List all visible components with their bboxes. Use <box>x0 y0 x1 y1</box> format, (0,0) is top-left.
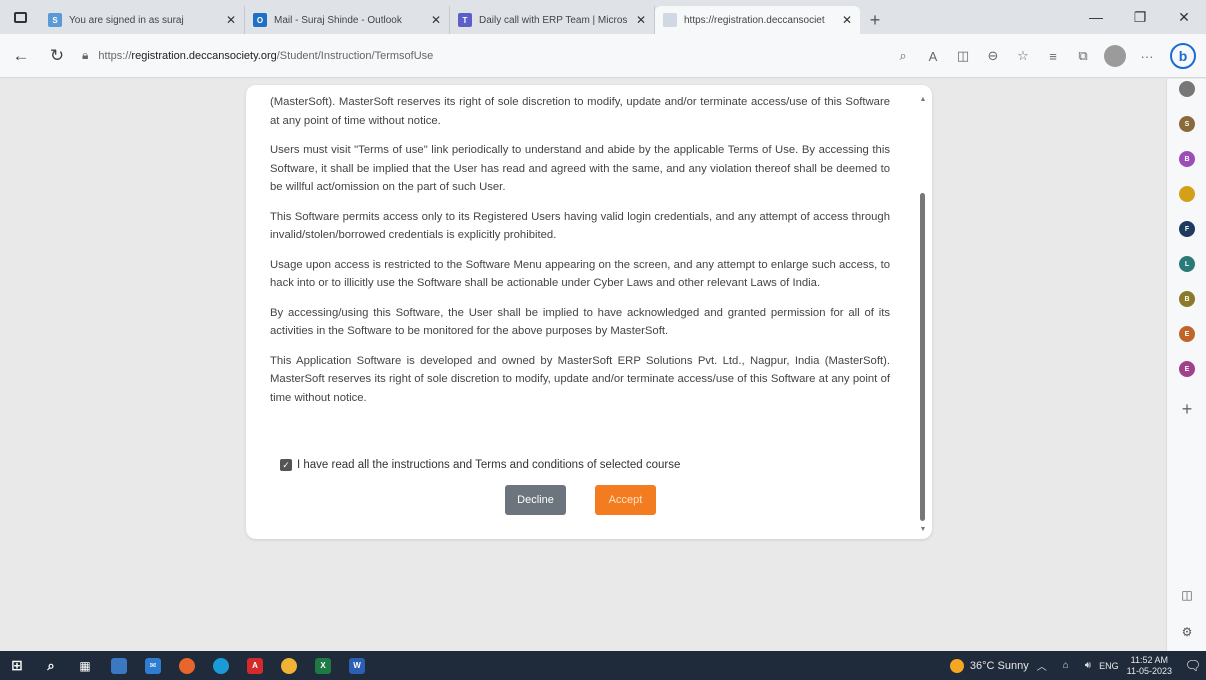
terms-paragraph: This Software permits access only to its… <box>270 210 890 242</box>
lock-icon: 🔒︎ <box>82 48 89 62</box>
tab-actions-button[interactable] <box>0 0 40 34</box>
sidebar-app-purple-icon[interactable]: B <box>1179 151 1195 167</box>
terms-paragraph: This Application Software is developed a… <box>270 354 890 404</box>
notifications-icon[interactable]: 🗨︎ <box>1180 651 1206 680</box>
sidebar-app-olive-icon[interactable]: B <box>1179 291 1195 307</box>
url-field[interactable]: 🔒︎ https://registration.deccansociety.or… <box>82 41 722 71</box>
url-path: /Student/Instruction/TermsofUse <box>276 49 434 62</box>
chrome-icon[interactable] <box>272 651 306 680</box>
sidebar-app-people-icon[interactable] <box>1179 186 1195 202</box>
sidebar-app-magenta-icon[interactable]: E <box>1179 361 1195 377</box>
sidebar-app-navy-icon[interactable]: F <box>1179 221 1195 237</box>
url-prefix: https:// <box>98 49 132 62</box>
agree-checkbox[interactable]: ✓ <box>280 459 292 471</box>
new-tab-button[interactable]: + <box>860 6 890 34</box>
tab-close-icon[interactable]: ✕ <box>842 13 852 27</box>
tab-close-icon[interactable]: ✕ <box>636 13 646 27</box>
weather-text[interactable]: 36°C Sunny <box>970 660 1029 672</box>
terms-text: (MasterSoft). MasterSoft reserves its ri… <box>270 93 890 418</box>
system-tray: 36°C Sunny ︿ ⌂ 🔊︎ ENG 11:52 AM 11-05-202… <box>949 651 1206 680</box>
firefox-icon[interactable] <box>170 651 204 680</box>
tab-label: Daily call with ERP Team | Micros <box>479 14 628 26</box>
agree-label: I have read all the instructions and Ter… <box>297 459 681 471</box>
browser-tab-bar: S You are signed in as suraj ✕ O Mail - Sura… <box>0 0 1206 34</box>
edge-sidebar: S B F L B E E + ◫ ⚙ <box>1166 79 1206 651</box>
browser-tab[interactable]: O Mail - Suraj Shinde - Outlook ✕ <box>245 6 450 34</box>
mail-icon[interactable]: ✉ <box>136 651 170 680</box>
tab-close-icon[interactable]: ✕ <box>431 13 441 27</box>
window-controls: — ❐ ✕ <box>1074 0 1206 34</box>
task-view-icon[interactable]: ▦ <box>68 651 102 680</box>
url-host: registration.deccansociety.org <box>131 49 277 62</box>
clock-date: 11-05-2023 <box>1126 665 1172 676</box>
network-icon[interactable]: ⌂ <box>1063 660 1069 671</box>
acrobat-icon[interactable]: A <box>238 651 272 680</box>
minimize-button[interactable]: — <box>1074 0 1118 34</box>
profile-avatar[interactable] <box>1104 45 1126 67</box>
word-icon[interactable]: W <box>340 651 374 680</box>
terms-paragraph: Usage upon access is restricted to the S… <box>270 258 890 290</box>
settings-icon[interactable]: ⚙ <box>1179 624 1195 640</box>
favorite-icon[interactable]: ☆ <box>1008 41 1038 71</box>
browser-tab[interactable]: https://registration.deccansociet ✕ <box>655 6 860 34</box>
tab-favicon-icon: T <box>458 13 472 27</box>
browser-tab[interactable]: S You are signed in as suraj ✕ <box>40 6 245 34</box>
tab-label: https://registration.deccansociet <box>684 14 825 26</box>
sidebar-app-orange-icon[interactable]: E <box>1179 326 1195 342</box>
scroll-down-arrow[interactable]: ▼ <box>918 525 928 535</box>
tab-label: Mail - Suraj Shinde - Outlook <box>274 14 402 26</box>
tab-favicon-icon: O <box>253 13 267 27</box>
zoom-icon[interactable]: ⊖ <box>978 41 1008 71</box>
clock[interactable]: 11:52 AM 11-05-2023 <box>1127 655 1172 677</box>
search-taskbar-icon[interactable]: ⌕ <box>34 651 68 680</box>
browser-tab[interactable]: T Daily call with ERP Team | Micros ✕ <box>450 6 655 34</box>
tab-close-icon[interactable]: ✕ <box>226 13 236 27</box>
decline-button[interactable]: Decline <box>505 485 566 515</box>
language-indicator[interactable]: ENG <box>1099 661 1119 671</box>
scroll-up-arrow[interactable]: ▲ <box>918 95 928 105</box>
refresh-button[interactable]: ↻ <box>42 41 72 71</box>
address-bar: ← ↻ 🔒︎ https://registration.deccansociet… <box>0 34 1206 78</box>
start-icon[interactable]: ⊞ <box>0 651 34 680</box>
favorites-icon[interactable]: ≡ <box>1038 41 1068 71</box>
sidebar-app-gray-icon[interactable] <box>1179 81 1195 97</box>
dialog-scrollbar[interactable]: ▲ ▼ <box>918 95 928 535</box>
calculator-icon[interactable] <box>102 651 136 680</box>
tab-favicon-icon <box>663 13 677 27</box>
edge-icon[interactable] <box>204 651 238 680</box>
volume-icon[interactable]: 🔊︎ <box>1085 660 1091 671</box>
search-icon[interactable]: ⌕ <box>888 41 918 71</box>
sidebar-app-brown-icon[interactable]: S <box>1179 116 1195 132</box>
tray-chevron-icon[interactable]: ︿ <box>1037 658 1047 673</box>
sidebar-panel-icon[interactable]: ◫ <box>1179 587 1195 603</box>
tab-favicon-icon: S <box>48 13 62 27</box>
terms-paragraph: Users must visit "Terms of use" link per… <box>270 144 890 193</box>
terms-paragraph: By accessing/using this Software, the Us… <box>270 306 890 338</box>
weather-icon[interactable] <box>949 658 964 673</box>
windows-taskbar: ⊞ ⌕ ▦ ✉ A X W 36°C Sunny ︿ ⌂ 🔊︎ ENG 11:5… <box>0 651 1206 680</box>
close-window-button[interactable]: ✕ <box>1162 0 1206 34</box>
tab-label: You are signed in as suraj <box>69 14 184 26</box>
back-button[interactable]: ← <box>6 41 36 71</box>
split-screen-icon[interactable]: ◫ <box>948 41 978 71</box>
read-aloud-icon[interactable]: A <box>918 41 948 71</box>
terms-dialog: (MasterSoft). MasterSoft reserves its ri… <box>246 85 932 539</box>
bing-icon[interactable]: b <box>1170 43 1196 69</box>
sidebar-add-icon[interactable]: + <box>1179 399 1195 419</box>
sidebar-app-teal-icon[interactable]: L <box>1179 256 1195 272</box>
clock-time: 11:52 AM <box>1130 654 1168 665</box>
collections-icon[interactable]: ⧉ <box>1068 41 1098 71</box>
page-content: (MasterSoft). MasterSoft reserves its ri… <box>0 79 1166 651</box>
more-icon[interactable]: ··· <box>1132 41 1162 71</box>
address-bar-icons: ⌕ A ◫ ⊖ ☆ ≡ ⧉ ··· b <box>888 34 1206 78</box>
terms-paragraph: (MasterSoft). MasterSoft reserves its ri… <box>270 96 890 127</box>
restore-button[interactable]: ❐ <box>1118 0 1162 34</box>
agree-row: ✓ I have read all the instructions and T… <box>280 459 680 471</box>
scroll-thumb[interactable] <box>920 193 925 521</box>
excel-icon[interactable]: X <box>306 651 340 680</box>
accept-button[interactable]: Accept <box>595 485 656 515</box>
